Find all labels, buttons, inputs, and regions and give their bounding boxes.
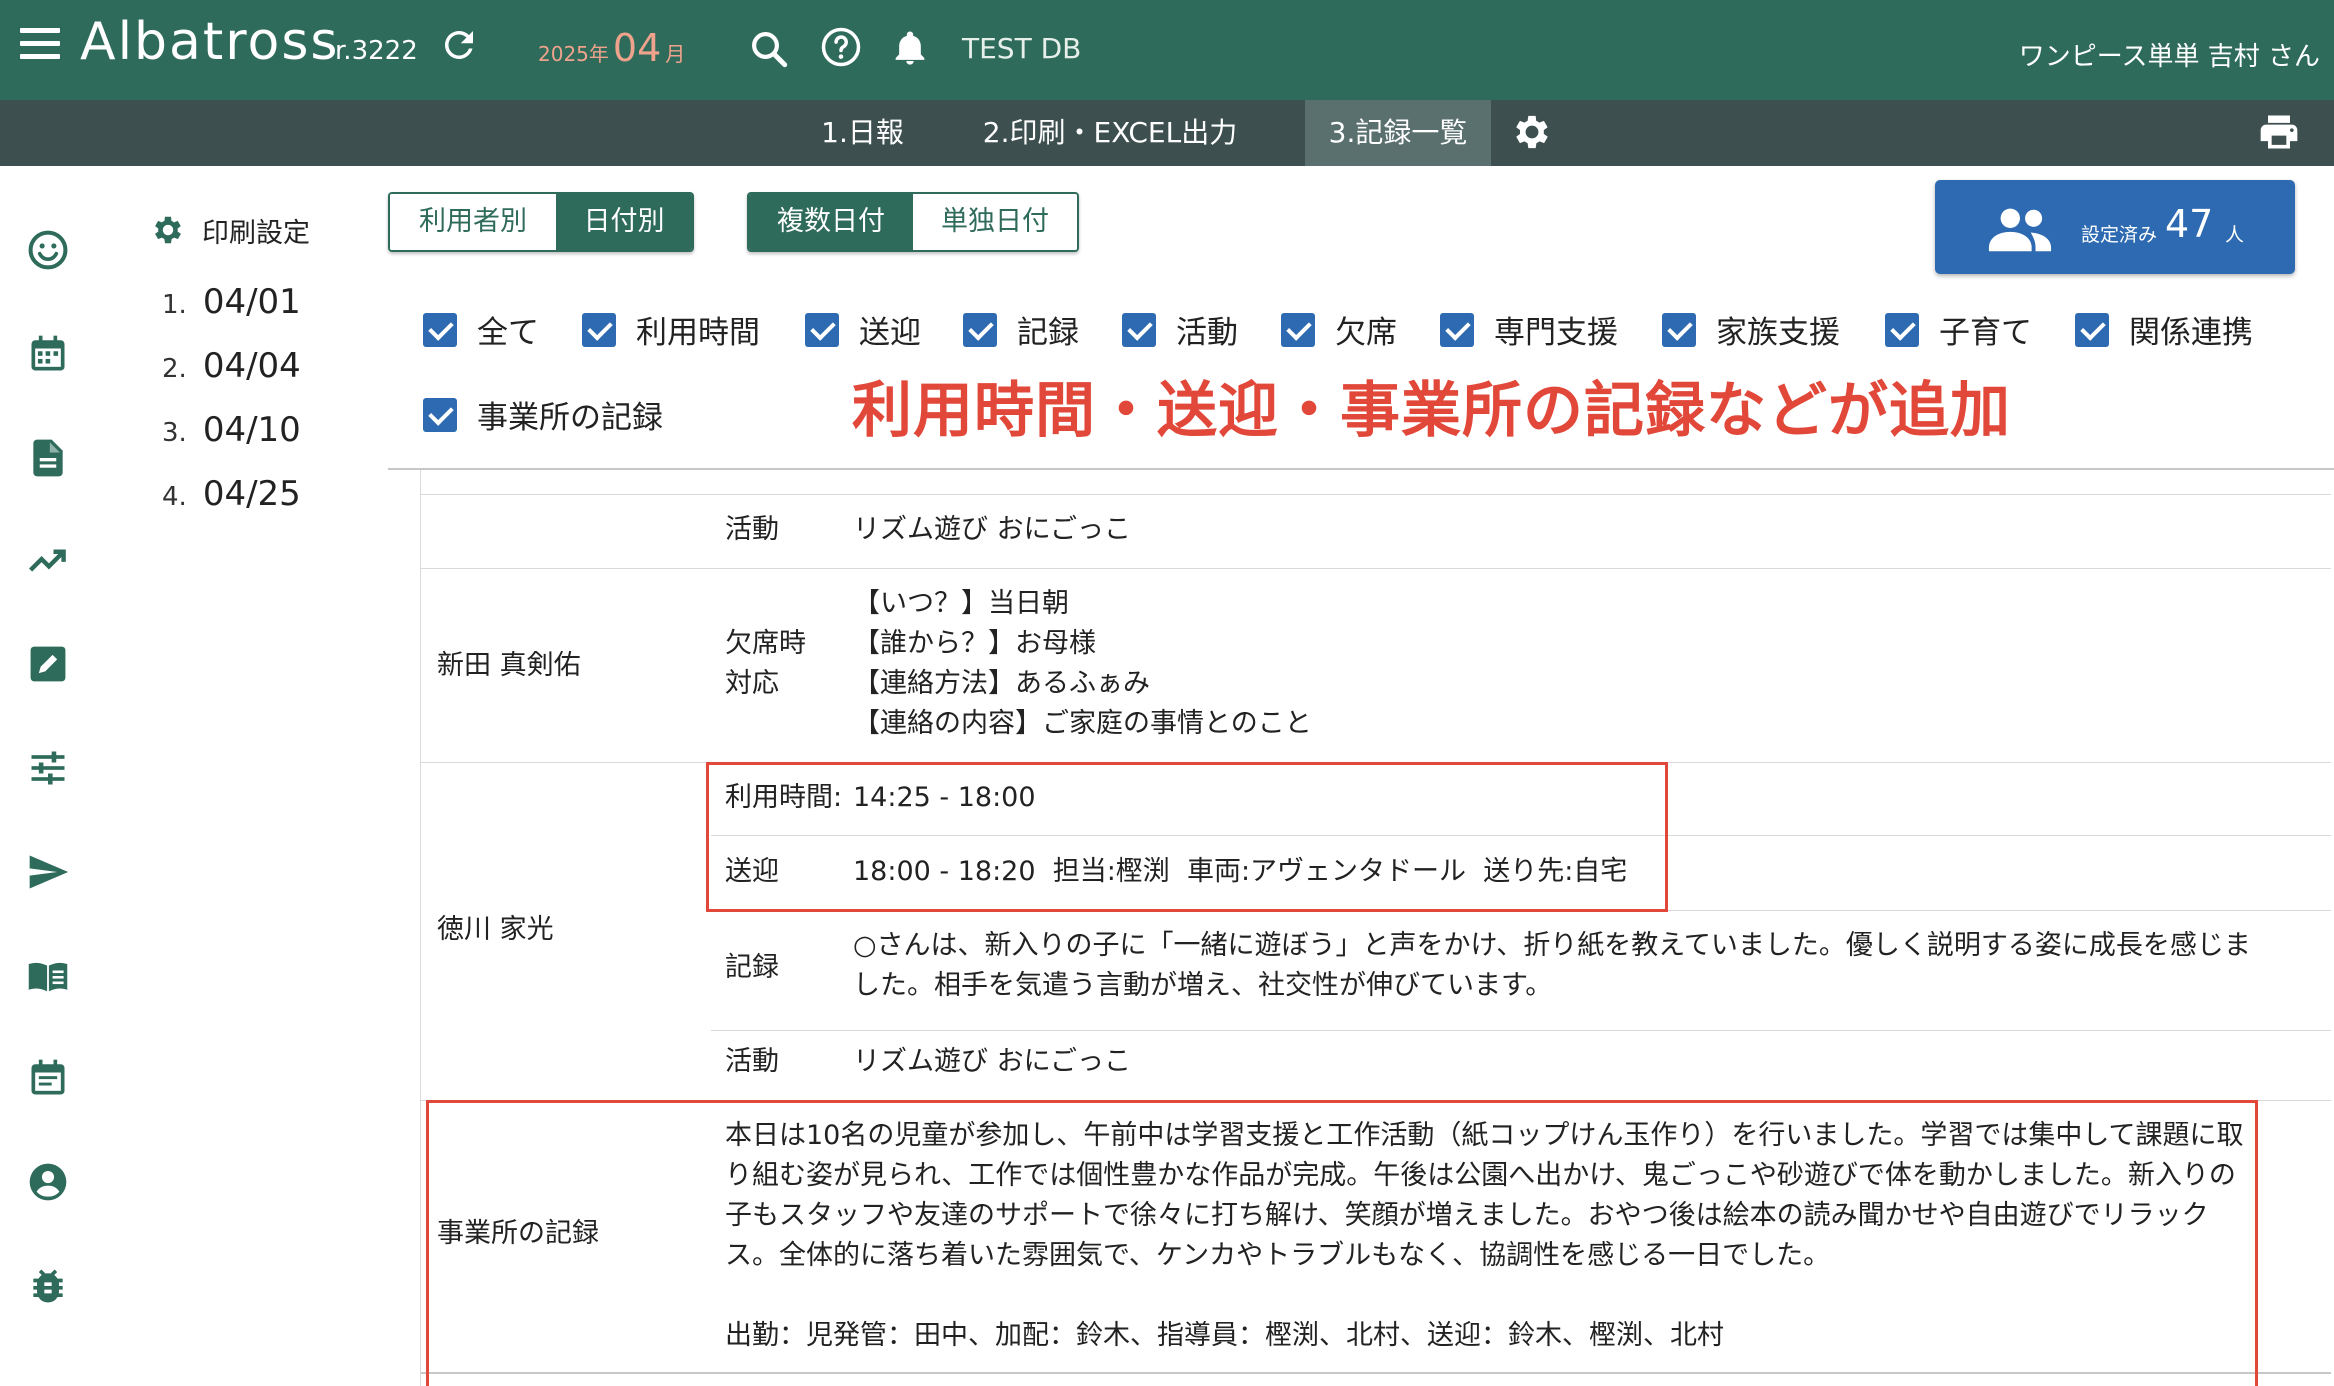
filter-checkbox-record[interactable]: 記録 <box>963 307 1079 352</box>
checkbox-checked-icon <box>1281 312 1315 347</box>
tune-icon[interactable] <box>26 746 70 790</box>
record-label: 欠席時 <box>725 628 806 659</box>
annotation-highlight-box <box>706 762 1668 912</box>
record-label: 記録 <box>725 952 779 983</box>
bell-icon[interactable] <box>890 26 930 70</box>
configured-label: 設定済み <box>2081 224 2158 246</box>
checkbox-checked-icon <box>423 397 457 432</box>
date-list-item[interactable]: 1. 04/01 <box>162 282 301 322</box>
row-divider <box>421 494 2331 495</box>
configured-count-button[interactable]: 設定済み 47 人 <box>1935 180 2295 274</box>
calendar-icon[interactable] <box>26 332 70 376</box>
app-revision: r.3222 <box>335 36 418 66</box>
filter-checkbox-childcare[interactable]: 子育て <box>1885 307 2032 352</box>
row-divider <box>711 1030 2331 1031</box>
hamburger-menu-icon[interactable] <box>20 28 60 60</box>
reload-icon[interactable] <box>438 24 480 66</box>
record-value: リズム遊び おにごっこ <box>853 514 1132 545</box>
checkbox-checked-icon <box>423 312 457 347</box>
filter-checkbox-absence[interactable]: 欠席 <box>1281 307 1397 352</box>
database-name: TEST DB <box>962 32 1082 65</box>
record-value-line: ○さんは、新入りの子に「一緒に遊ぼう」と声をかけ、折り紙を教えていました。優しく… <box>853 930 2251 961</box>
record-value-line: した。相手を気遣う言動が増え、社交性が伸びています。 <box>853 970 1553 1001</box>
print-settings-label: 印刷設定 <box>202 217 310 249</box>
checkbox-checked-icon <box>1440 312 1474 347</box>
filter-checkbox-specialist-support[interactable]: 専門支援 <box>1440 307 1618 352</box>
record-label: 対応 <box>725 668 779 699</box>
checkbox-checked-icon <box>963 312 997 347</box>
app-bar: Albatross r.3222 2025年 04 月 TEST DB ワンピース単… <box>0 0 2334 100</box>
gear-icon[interactable] <box>1510 110 1554 154</box>
event-note-icon[interactable] <box>26 1056 70 1100</box>
by-user-toggle[interactable]: 利用者別 <box>390 194 556 250</box>
tab-record-list[interactable]: 3.記録一覧 <box>1305 100 1491 166</box>
record-value-line: 【誰から？】お母様 <box>853 628 1096 659</box>
record-value-line: 【いつ？】当日朝 <box>853 588 1069 619</box>
checkbox-checked-icon <box>2075 312 2109 347</box>
single-date-toggle[interactable]: 単独日付 <box>913 194 1077 250</box>
date-list-item[interactable]: 3. 04/10 <box>162 410 301 450</box>
annotation-highlight-box <box>426 1100 2258 1386</box>
document-icon[interactable] <box>26 436 70 480</box>
multi-date-toggle[interactable]: 複数日付 <box>749 194 913 250</box>
filter-checkbox-all[interactable]: 全て <box>423 307 539 352</box>
month-unit: 月 <box>665 42 686 66</box>
row-divider <box>421 568 2331 569</box>
print-settings-button[interactable]: 印刷設定 <box>150 210 310 250</box>
book-icon[interactable] <box>26 954 70 998</box>
checkbox-checked-icon <box>1122 312 1156 347</box>
filter-checkbox-coordination[interactable]: 関係連携 <box>2075 307 2253 352</box>
child-name: 徳川 家光 <box>437 914 554 945</box>
filter-checkbox-transport[interactable]: 送迎 <box>805 307 921 352</box>
bug-icon[interactable] <box>26 1264 70 1308</box>
configured-unit: 人 <box>2225 224 2245 246</box>
smiley-icon[interactable] <box>26 228 70 272</box>
help-icon[interactable] <box>820 26 862 68</box>
search-icon[interactable] <box>748 28 790 70</box>
year-label: 2025年 <box>538 42 609 66</box>
filter-checkbox-usage-time[interactable]: 利用時間 <box>582 307 760 352</box>
child-name: 新田 真剣佑 <box>437 650 581 681</box>
activity-value: リズム遊び おにごっこ <box>853 1046 1132 1077</box>
checkbox-checked-icon <box>1885 312 1919 347</box>
tab-daily-report[interactable]: 1.日報 <box>790 100 935 166</box>
annotation-headline: 利用時間・送迎・事業所の記録などが追加 <box>852 376 2011 446</box>
printer-icon[interactable] <box>2256 110 2302 154</box>
trending-up-icon[interactable] <box>26 538 70 582</box>
activity-label: 活動 <box>725 1046 779 1077</box>
account-circle-icon[interactable] <box>26 1160 70 1204</box>
checkbox-checked-icon <box>582 312 616 347</box>
tab-print-excel[interactable]: 2.印刷・EXCEL出力 <box>960 100 1260 166</box>
by-date-toggle[interactable]: 日付別 <box>556 194 692 250</box>
user-name[interactable]: ワンピース単単 吉村 さん <box>2019 36 2320 73</box>
view-toggle: 利用者別 日付別 <box>388 192 694 252</box>
people-icon <box>1988 208 2052 252</box>
date-list-item[interactable]: 4. 04/25 <box>162 474 301 514</box>
configured-count: 47 <box>2165 202 2214 246</box>
tab-bar: 1.日報 2.印刷・EXCEL出力 3.記録一覧 <box>0 100 2334 166</box>
month-label: 04 <box>612 26 662 70</box>
app-logo[interactable]: Albatross <box>80 12 340 72</box>
gear-icon <box>155 216 181 244</box>
send-icon[interactable] <box>26 850 70 894</box>
record-label: 活動 <box>725 514 779 545</box>
checkbox-checked-icon <box>1662 312 1696 347</box>
date-mode-toggle: 複数日付 単独日付 <box>747 192 1079 252</box>
checkbox-checked-icon <box>805 312 839 347</box>
side-nav-rail <box>0 166 96 1386</box>
filter-checkbox-family-support[interactable]: 家族支援 <box>1662 307 1840 352</box>
filter-checkbox-office-record[interactable]: 事業所の記録 <box>423 392 663 437</box>
month-selector[interactable]: 2025年 04 月 <box>538 26 685 70</box>
record-value-line: 【連絡方法】あるふぁみ <box>853 668 1150 699</box>
edit-icon[interactable] <box>26 642 70 686</box>
record-value-line: 【連絡の内容】ご家庭の事情とのこと <box>853 708 1312 739</box>
date-list-item[interactable]: 2. 04/04 <box>162 346 301 386</box>
filter-checkbox-activity[interactable]: 活動 <box>1122 307 1238 352</box>
